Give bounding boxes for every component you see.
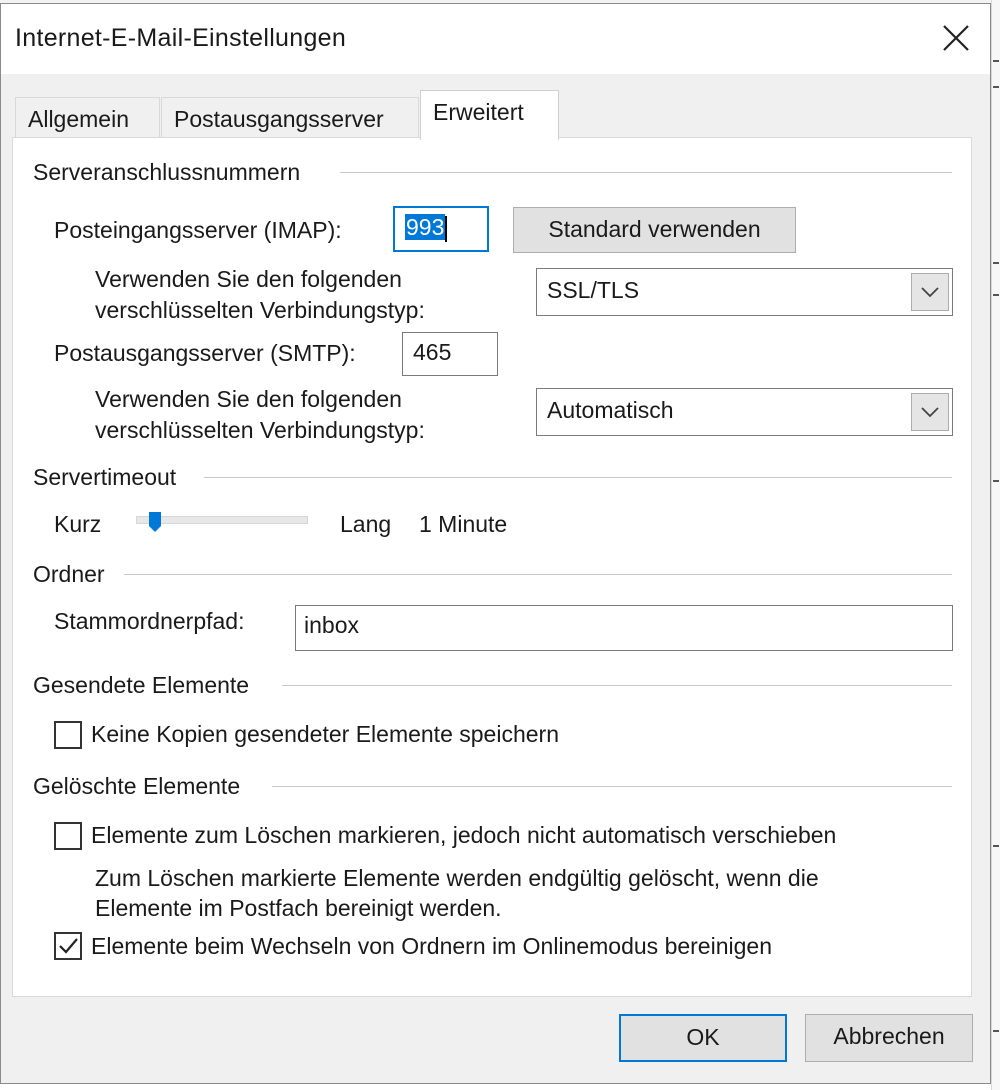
incoming-encryption-label-line2: verschlüsselten Verbindungstyp: (95, 297, 425, 323)
no-copies-label[interactable]: Keine Kopien gesendeter Elemente speiche… (91, 719, 559, 750)
root-folder-value: inbox (304, 612, 359, 638)
root-folder-label: Stammordnerpfad: (54, 608, 245, 634)
group-divider (124, 574, 952, 575)
incoming-port-value: 993 (405, 214, 446, 240)
group-divider (272, 786, 952, 787)
text-caret (445, 215, 448, 242)
timeout-value: 1 Minute (419, 511, 508, 537)
outgoing-encryption-select[interactable]: Automatisch (536, 388, 953, 436)
group-divider (340, 172, 952, 173)
use-default-button[interactable]: Standard verwenden (513, 207, 796, 253)
no-copies-checkbox[interactable] (54, 721, 82, 749)
timeout-short-label: Kurz (54, 511, 102, 537)
outgoing-port-value: 465 (413, 339, 452, 365)
chevron-down-icon (921, 287, 939, 298)
group-label-deleted-items: Gelöschte Elemente (33, 773, 249, 800)
outgoing-server-label: Postausgangsserver (SMTP): (54, 340, 356, 366)
timeout-long-label: Lang (340, 511, 392, 537)
group-label-folders: Ordner (33, 561, 113, 588)
outgoing-port-input[interactable]: 465 (402, 332, 498, 376)
ok-button[interactable]: OK (619, 1014, 787, 1062)
outgoing-encryption-label-line2: verschlüsselten Verbindungstyp: (95, 417, 425, 443)
mark-for-deletion-checkbox[interactable] (54, 822, 82, 850)
deletion-note-line1: Zum Löschen markierte Elemente werden en… (95, 865, 819, 891)
checkmark-icon (59, 938, 78, 954)
incoming-encryption-value: SSL/TLS (547, 277, 640, 303)
group-label-server-timeout: Servertimeout (33, 464, 185, 491)
group-label-sent-items: Gesendete Elemente (33, 672, 258, 699)
timeout-slider-thumb[interactable] (149, 512, 161, 532)
incoming-server-label: Posteingangsserver (IMAP): (54, 217, 342, 243)
mark-for-deletion-label[interactable]: Elemente zum Löschen markieren, jedoch n… (91, 820, 836, 851)
timeout-slider-track[interactable] (136, 516, 308, 524)
group-divider (282, 685, 952, 686)
outgoing-encryption-label-line1: Verwenden Sie den folgenden (95, 386, 402, 412)
root-folder-input[interactable]: inbox (295, 605, 953, 651)
chevron-down-icon (921, 407, 939, 418)
incoming-encryption-label-line1: Verwenden Sie den folgenden (95, 266, 402, 292)
panel-content: Serveranschlussnummern Posteingangsserve… (0, 0, 1000, 1090)
dropdown-button[interactable] (911, 393, 949, 431)
purge-on-switch-checkbox[interactable] (54, 932, 82, 960)
incoming-encryption-select[interactable]: SSL/TLS (536, 268, 953, 316)
outgoing-encryption-value: Automatisch (547, 397, 674, 423)
incoming-port-input[interactable]: 993 (393, 206, 489, 252)
deletion-note-line2: Elemente im Postfach bereinigt werden. (95, 895, 502, 921)
purge-on-switch-label[interactable]: Elemente beim Wechseln von Ordnern im On… (91, 931, 772, 962)
group-divider (204, 477, 952, 478)
dropdown-button[interactable] (911, 273, 949, 311)
group-label-server-ports: Serveranschlussnummern (33, 159, 309, 186)
cancel-button[interactable]: Abbrechen (805, 1014, 973, 1062)
